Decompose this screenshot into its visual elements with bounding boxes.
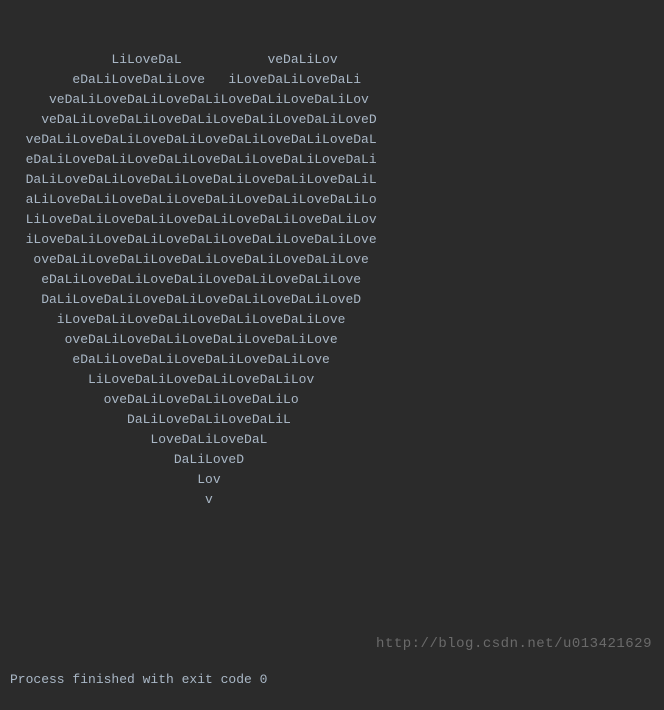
heart-line: LiLoveDaL veDaLiLov (10, 50, 654, 70)
heart-line: DaLiLoveDaLiLoveDaLiL (10, 410, 654, 430)
heart-line: eDaLiLoveDaLiLoveDaLiLoveDaLiLoveDaLiLov… (10, 270, 654, 290)
heart-line: DaLiLoveDaLiLoveDaLiLoveDaLiLoveDaLiLove… (10, 290, 654, 310)
heart-art-block: LiLoveDaL veDaLiLov eDaLiLoveDaLiLove iL… (10, 50, 654, 510)
heart-line: veDaLiLoveDaLiLoveDaLiLoveDaLiLoveDaLiLo… (10, 110, 654, 130)
heart-line: DaLiLoveDaLiLoveDaLiLoveDaLiLoveDaLiLove… (10, 170, 654, 190)
heart-line: v (10, 490, 654, 510)
heart-line: oveDaLiLoveDaLiLoveDaLiLoveDaLiLoveDaLiL… (10, 250, 654, 270)
heart-line: LoveDaLiLoveDaL (10, 430, 654, 450)
heart-line: aLiLoveDaLiLoveDaLiLoveDaLiLoveDaLiLoveD… (10, 190, 654, 210)
spacer (10, 550, 654, 630)
heart-line: veDaLiLoveDaLiLoveDaLiLoveDaLiLoveDaLiLo… (10, 130, 654, 150)
heart-line: iLoveDaLiLoveDaLiLoveDaLiLoveDaLiLoveDaL… (10, 230, 654, 250)
console-output: LiLoveDaL veDaLiLov eDaLiLoveDaLiLove iL… (0, 0, 664, 710)
exit-message: Process finished with exit code 0 (10, 670, 654, 690)
heart-line: eDaLiLoveDaLiLoveDaLiLoveDaLiLove (10, 350, 654, 370)
heart-line: LiLoveDaLiLoveDaLiLoveDaLiLov (10, 370, 654, 390)
heart-line: DaLiLoveD (10, 450, 654, 470)
heart-line: iLoveDaLiLoveDaLiLoveDaLiLoveDaLiLove (10, 310, 654, 330)
watermark-link: http://blog.csdn.net/u013421629 (376, 636, 652, 652)
heart-line: veDaLiLoveDaLiLoveDaLiLoveDaLiLoveDaLiLo… (10, 90, 654, 110)
heart-line: LiLoveDaLiLoveDaLiLoveDaLiLoveDaLiLoveDa… (10, 210, 654, 230)
heart-line: eDaLiLoveDaLiLove iLoveDaLiLoveDaLi (10, 70, 654, 90)
heart-line: oveDaLiLoveDaLiLoveDaLiLoveDaLiLove (10, 330, 654, 350)
heart-line: oveDaLiLoveDaLiLoveDaLiLo (10, 390, 654, 410)
heart-line: Lov (10, 470, 654, 490)
heart-line: eDaLiLoveDaLiLoveDaLiLoveDaLiLoveDaLiLov… (10, 150, 654, 170)
